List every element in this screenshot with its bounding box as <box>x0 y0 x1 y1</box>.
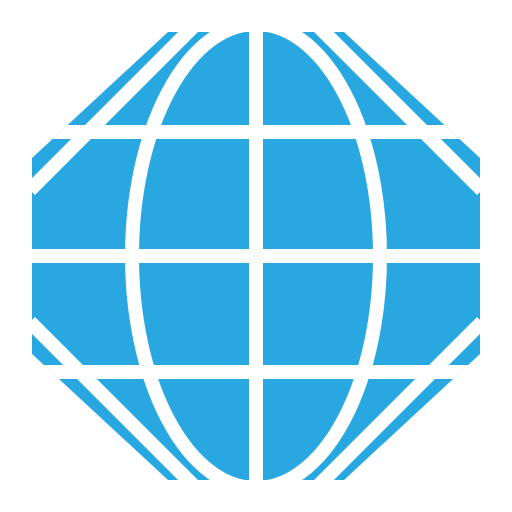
globe-logo <box>0 0 512 512</box>
globe-icon <box>32 32 480 480</box>
